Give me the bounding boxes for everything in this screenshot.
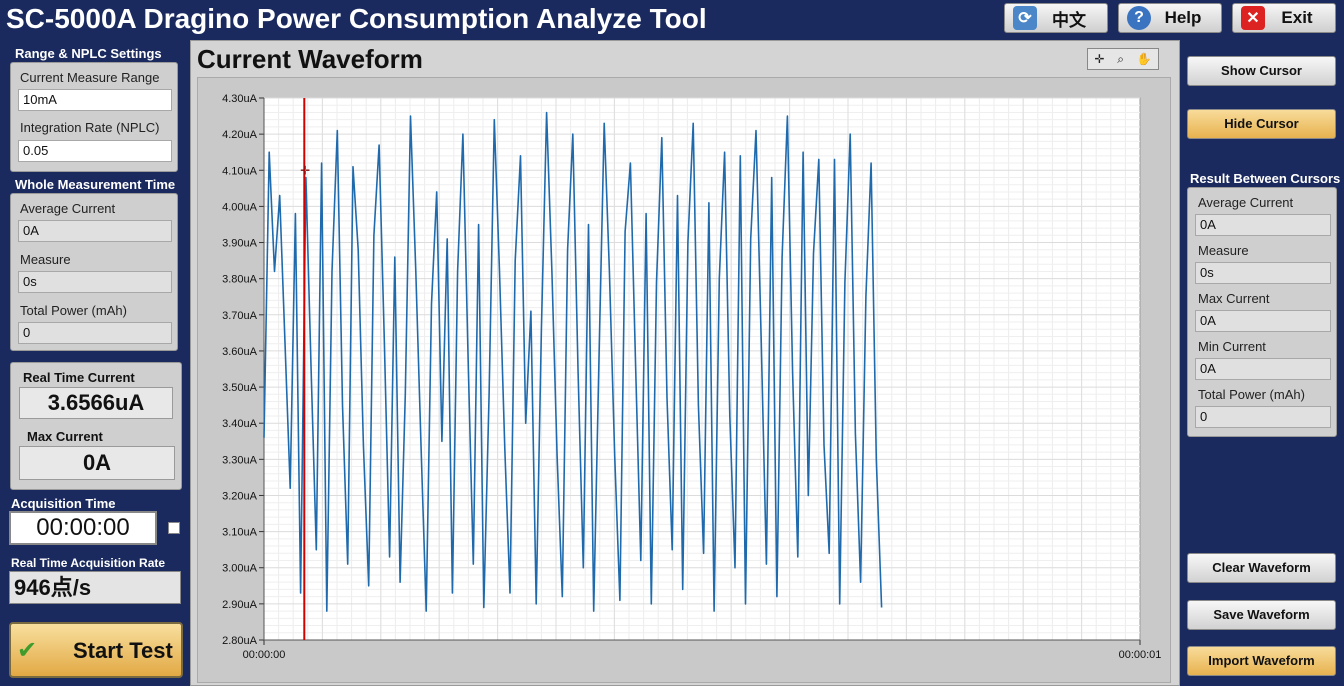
result-box: Average Current 0A Measure 0s Max Curren…	[1187, 187, 1337, 437]
total-power-value: 0	[18, 322, 172, 344]
result-section-title: Result Between Cursors	[1190, 171, 1341, 186]
nplc-field[interactable]: 0.05	[18, 140, 172, 162]
clear-waveform-button[interactable]: Clear Waveform	[1187, 553, 1336, 583]
y-tick-label: 3.00uA	[222, 563, 258, 575]
whole-section-title: Whole Measurement Time	[15, 177, 176, 192]
whole-measurement-box: Average Current 0A Measure 0s Total Powe…	[10, 193, 178, 351]
total-power-label: Total Power (mAh)	[20, 303, 127, 318]
help-icon: ?	[1127, 6, 1151, 30]
zoom-icon[interactable]: ⌕	[1117, 52, 1124, 67]
y-tick-label: 4.00uA	[222, 201, 258, 213]
show-cursor-button[interactable]: Show Cursor	[1187, 56, 1336, 86]
cursor-crosshair-icon[interactable]: ✛	[300, 163, 310, 177]
y-tick-label: 4.10uA	[222, 165, 258, 177]
y-tick-label: 3.50uA	[222, 382, 258, 394]
realtime-current-value: 3.6566uA	[19, 387, 173, 419]
nplc-label: Integration Rate (NPLC)	[20, 120, 160, 135]
refresh-icon: ⟳	[1013, 6, 1037, 30]
exit-button[interactable]: ✕ Exit	[1232, 3, 1336, 33]
realtime-current-label: Real Time Current	[23, 370, 135, 385]
pan-hand-icon[interactable]: ✋	[1137, 52, 1152, 66]
result-power-value: 0	[1195, 406, 1331, 428]
measure-label: Measure	[20, 252, 71, 267]
max-current-label: Max Current	[27, 429, 103, 444]
start-test-label: Start Test	[73, 638, 173, 663]
y-tick-label: 3.40uA	[222, 418, 258, 430]
acq-time-value: 00:00:00	[9, 511, 157, 545]
hide-cursor-button[interactable]: Hide Cursor	[1187, 109, 1336, 139]
result-max-label: Max Current	[1198, 291, 1270, 306]
current-range-label: Current Measure Range	[20, 70, 160, 85]
crosshair-icon[interactable]: ✛	[1094, 52, 1104, 66]
result-measure-value: 0s	[1195, 262, 1331, 284]
result-min-label: Min Current	[1198, 339, 1266, 354]
y-tick-label: 3.80uA	[222, 274, 258, 286]
acq-checkbox[interactable]	[168, 522, 180, 534]
x-tick-label: 00:00:00	[243, 649, 286, 661]
acq-rate-value: 946点/s	[9, 571, 181, 604]
checkmark-icon: ✔	[17, 637, 38, 664]
acq-rate-label: Real Time Acquisition Rate	[11, 556, 166, 570]
acq-time-label: Acquisition Time	[11, 496, 116, 511]
range-section-title: Range & NPLC Settings	[15, 46, 162, 61]
y-tick-label: 2.80uA	[222, 635, 258, 647]
result-max-value: 0A	[1195, 310, 1331, 332]
avg-current-value: 0A	[18, 220, 172, 242]
y-tick-label: 4.30uA	[222, 93, 258, 105]
x-tick-label: 00:00:01	[1119, 649, 1162, 661]
result-avg-label: Average Current	[1198, 195, 1294, 210]
y-tick-label: 4.20uA	[222, 129, 258, 141]
avg-current-label: Average Current	[20, 201, 116, 216]
waveform-title: Current Waveform	[197, 44, 423, 74]
graph-tool-palette: ✛ ⌕ ✋	[1087, 48, 1159, 70]
y-tick-label: 3.20uA	[222, 490, 258, 502]
result-avg-value: 0A	[1195, 214, 1331, 236]
start-test-button[interactable]: ✔ Start Test	[9, 622, 183, 678]
max-current-value: 0A	[19, 446, 175, 480]
y-tick-label: 3.70uA	[222, 310, 258, 322]
app-title: SC-5000A Dragino Power Consumption Analy…	[6, 3, 707, 34]
import-waveform-button[interactable]: Import Waveform	[1187, 646, 1336, 676]
y-tick-label: 3.90uA	[222, 238, 258, 250]
range-settings-box: Current Measure Range 10mA Integration R…	[10, 62, 178, 172]
language-button[interactable]: ⟳ 中文	[1004, 3, 1108, 33]
result-measure-label: Measure	[1198, 243, 1249, 258]
realtime-box: Real Time Current 3.6566uA Max Current 0…	[10, 362, 182, 490]
measure-value: 0s	[18, 271, 172, 293]
close-icon: ✕	[1241, 6, 1265, 30]
waveform-panel: Current Waveform ✛ ⌕ ✋ 4.30uA 4.20uA 4.10u…	[190, 40, 1180, 686]
result-min-value: 0A	[1195, 358, 1331, 380]
result-power-label: Total Power (mAh)	[1198, 387, 1305, 402]
help-button[interactable]: ? Help	[1118, 3, 1222, 33]
save-waveform-button[interactable]: Save Waveform	[1187, 600, 1336, 630]
y-tick-label: 2.90uA	[222, 599, 258, 611]
waveform-chart[interactable]: 4.30uA 4.20uA 4.10uA 4.00uA 3.90uA 3.80uA 3.70…	[198, 78, 1170, 682]
plot-frame: 4.30uA 4.20uA 4.10uA 4.00uA 3.90uA 3.80uA 3.70…	[197, 77, 1171, 683]
y-tick-label: 3.10uA	[222, 527, 258, 539]
y-tick-label: 3.60uA	[222, 346, 258, 358]
y-tick-label: 3.30uA	[222, 454, 258, 466]
current-range-field[interactable]: 10mA	[18, 89, 172, 111]
